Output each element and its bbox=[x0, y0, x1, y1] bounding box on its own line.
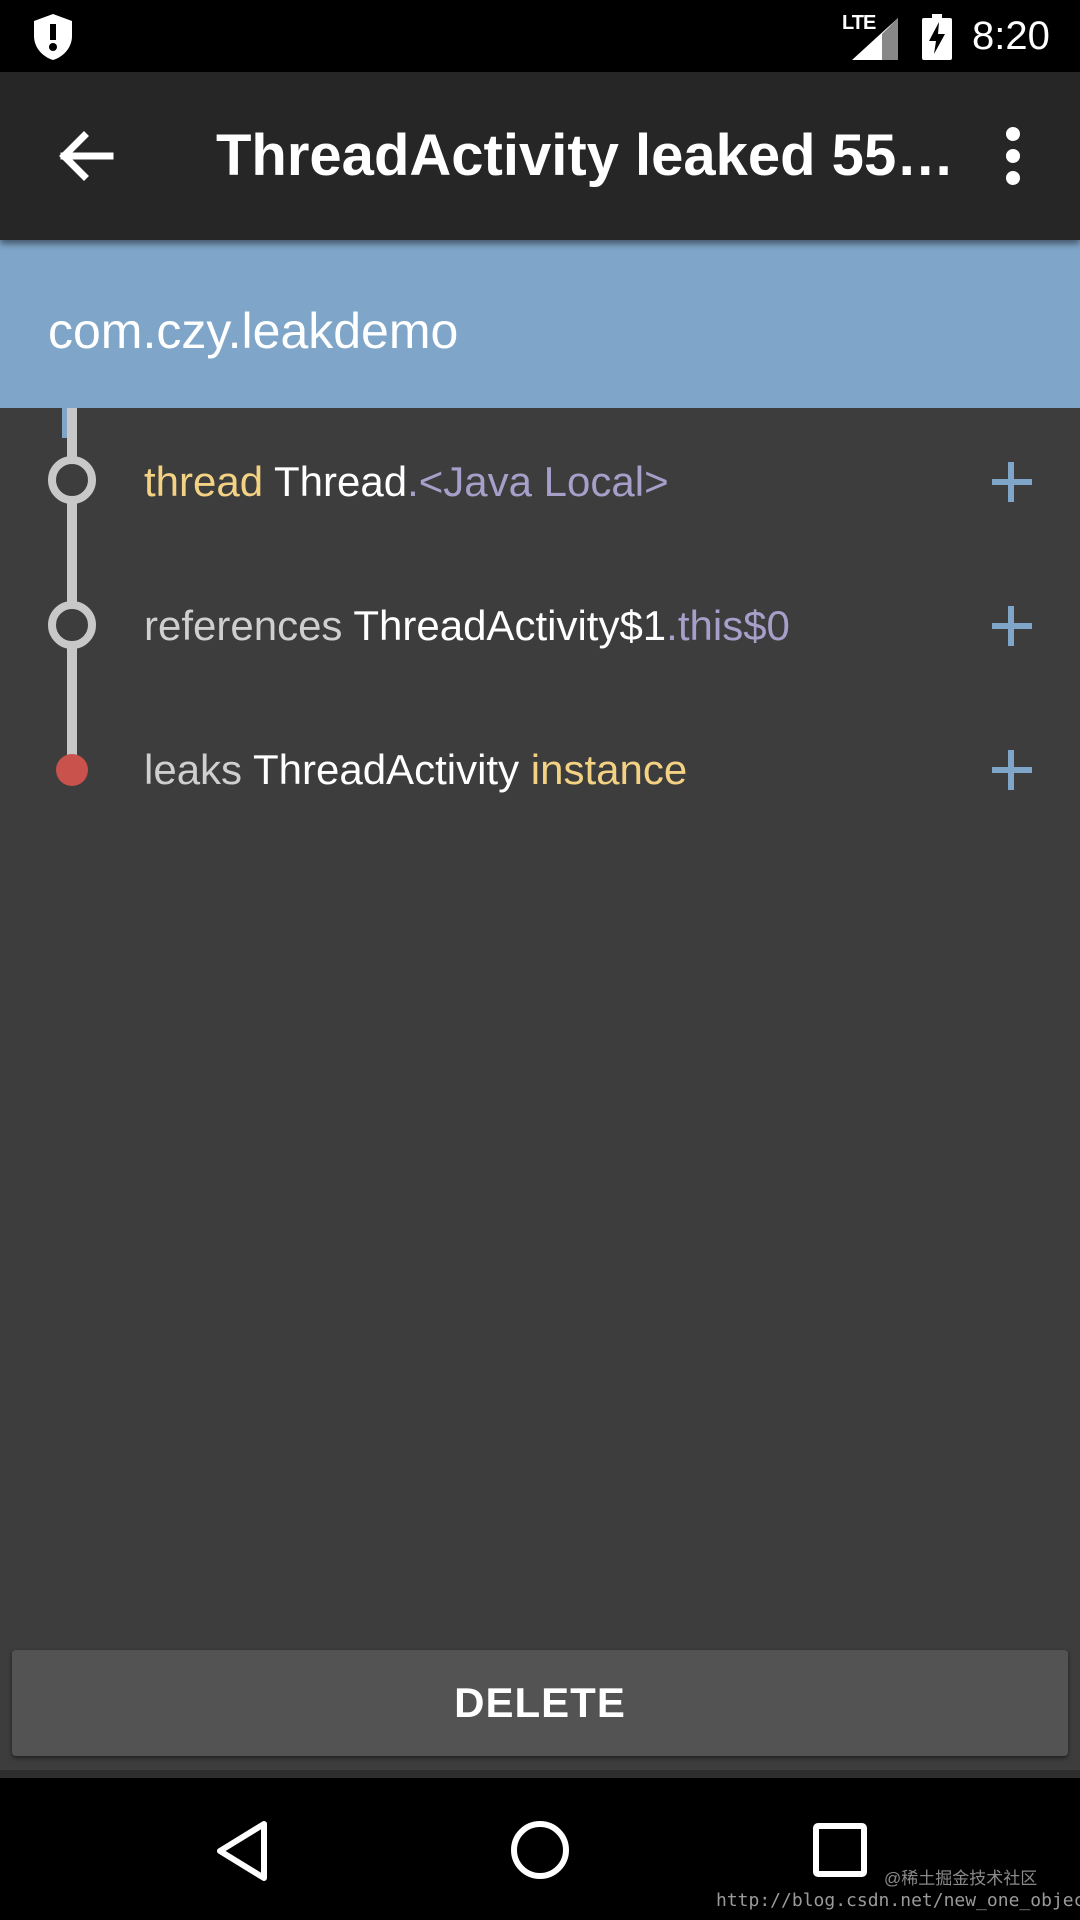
trace-class: ThreadActivity bbox=[252, 746, 520, 793]
nav-home-icon[interactable] bbox=[508, 1818, 572, 1882]
expand-plus-icon[interactable] bbox=[990, 748, 1034, 792]
trace-connector bbox=[48, 408, 96, 786]
divider bbox=[0, 1770, 1080, 1778]
nav-recents-icon[interactable] bbox=[812, 1822, 868, 1878]
watermark-url: http://blog.csdn.net/new_one_object bbox=[716, 1890, 1080, 1911]
trace-suffix: .<Java Local> bbox=[407, 458, 669, 505]
trace-node-1 bbox=[48, 456, 96, 504]
trace-class: ThreadActivity$1 bbox=[353, 602, 667, 649]
package-header: com.czy.leakdemo bbox=[0, 240, 1080, 408]
trace-node-leak bbox=[56, 754, 88, 786]
trace-class: Thread bbox=[274, 458, 408, 505]
trace-prefix: thread bbox=[144, 458, 264, 505]
signal-icon: LTE bbox=[842, 12, 898, 60]
more-vert-icon[interactable] bbox=[988, 114, 1038, 198]
trace-suffix: instance bbox=[530, 746, 688, 793]
watermark-text: @稀土掘金技术社区 bbox=[884, 1869, 1038, 1888]
trace-node-2 bbox=[48, 601, 96, 649]
delete-button[interactable]: DELETE bbox=[12, 1650, 1068, 1756]
trace-row-3[interactable]: leaks ThreadActivity instance bbox=[144, 746, 687, 806]
system-nav-bar: @稀土掘金技术社区 http://blog.csdn.net/new_one_o… bbox=[0, 1778, 1080, 1920]
status-bar: LTE 8:20 bbox=[0, 0, 1080, 72]
page-title: ThreadActivity leaked 55… bbox=[216, 123, 955, 188]
expand-plus-icon[interactable] bbox=[990, 604, 1034, 648]
arrow-back-icon[interactable] bbox=[44, 114, 128, 198]
trace-row-1[interactable]: thread Thread.<Java Local> bbox=[144, 458, 669, 518]
leak-trace: thread Thread.<Java Local> references Th… bbox=[0, 408, 1080, 828]
package-name: com.czy.leakdemo bbox=[48, 303, 459, 359]
trace-prefix: leaks bbox=[144, 746, 243, 793]
expand-plus-icon[interactable] bbox=[990, 460, 1034, 504]
battery-charging-icon bbox=[922, 14, 952, 60]
app-toolbar: ThreadActivity leaked 55… bbox=[0, 72, 1080, 240]
clock: 8:20 bbox=[972, 14, 1050, 58]
trace-row-2[interactable]: references ThreadActivity$1.this$0 bbox=[144, 602, 790, 662]
nav-back-icon[interactable] bbox=[212, 1818, 272, 1884]
shield-icon bbox=[34, 14, 72, 60]
trace-prefix: references bbox=[144, 602, 343, 649]
trace-suffix: .this$0 bbox=[666, 602, 790, 649]
